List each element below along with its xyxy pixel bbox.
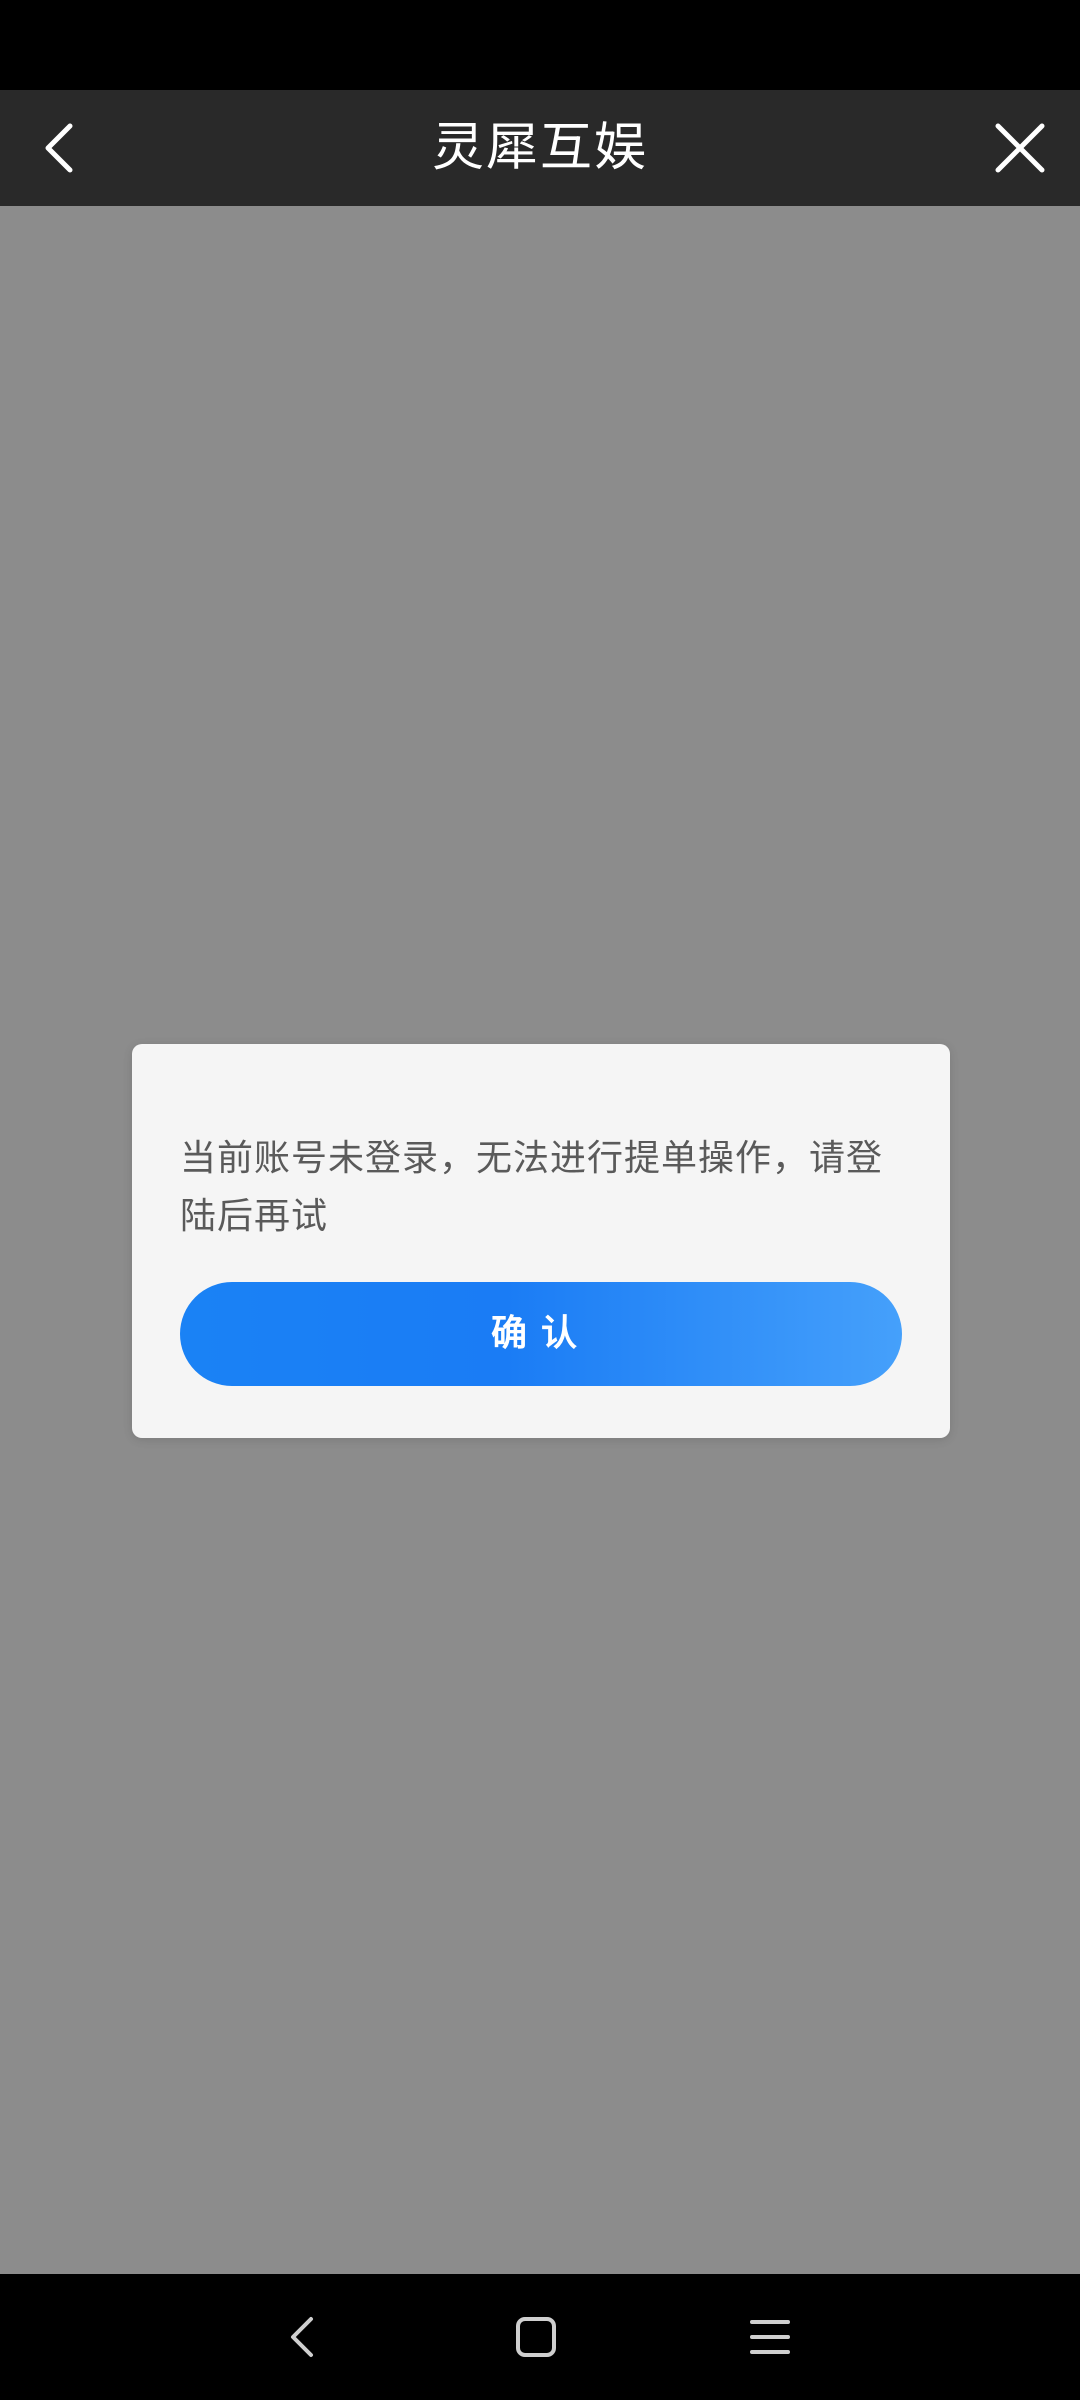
dialog-message: 当前账号未登录，无法进行提单操作，请登陆后再试 bbox=[180, 1138, 884, 1237]
close-button[interactable] bbox=[982, 110, 1058, 186]
system-nav-bar bbox=[0, 2274, 1080, 2400]
page-title: 灵犀互娱 bbox=[431, 118, 648, 178]
chevron-left-icon bbox=[45, 123, 73, 173]
nav-home-button[interactable] bbox=[496, 2302, 576, 2372]
nav-recents-button[interactable] bbox=[730, 2302, 810, 2372]
nav-recents-icon bbox=[750, 2320, 790, 2354]
close-icon bbox=[995, 123, 1045, 173]
nav-back-icon bbox=[291, 2317, 313, 2357]
screen: 灵犀互娱 当前账号未登录，无法进行提单操作，请登陆后再试 确认 bbox=[0, 0, 1080, 2400]
nav-back-button[interactable] bbox=[262, 2302, 342, 2372]
confirm-button[interactable]: 确认 bbox=[180, 1282, 902, 1386]
status-bar bbox=[0, 0, 1080, 90]
login-required-dialog: 当前账号未登录，无法进行提单操作，请登陆后再试 确认 bbox=[132, 1044, 950, 1438]
app-header: 灵犀互娱 bbox=[0, 90, 1080, 206]
nav-home-icon bbox=[516, 2317, 556, 2357]
back-button[interactable] bbox=[22, 110, 98, 186]
